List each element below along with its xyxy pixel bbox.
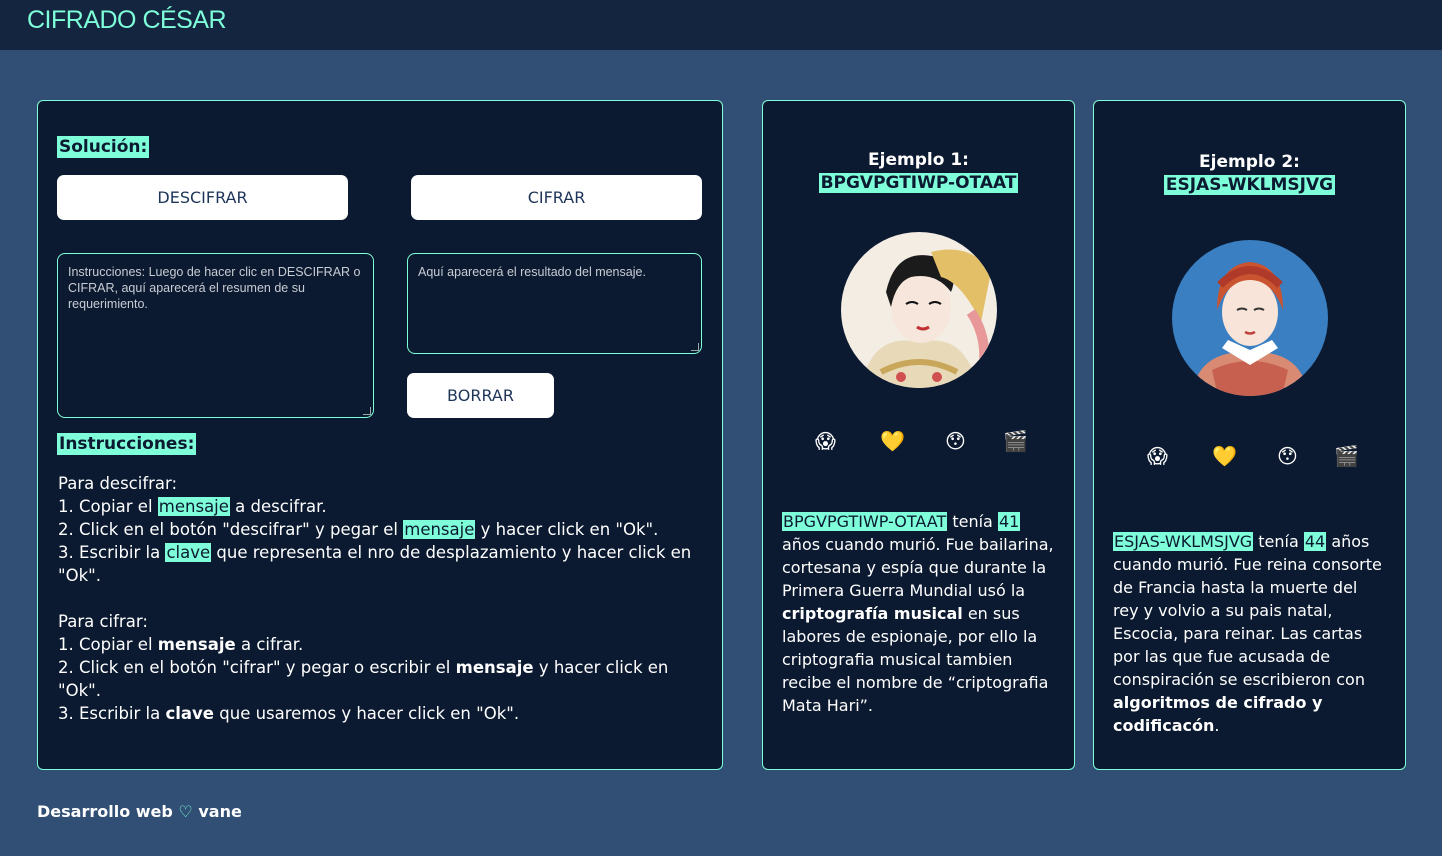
encrypt-button[interactable]: CIFRAR xyxy=(411,175,702,220)
mata-hari-avatar xyxy=(841,232,997,388)
decrypt-title: Para descifrar: xyxy=(58,474,178,493)
example-card-2: Ejemplo 2: ESJAS-WKLMSJVG 😱 💛 😯 🎬 ESJAS-… xyxy=(1093,100,1406,770)
encrypt-step-3: 3. Escribir la clave que usaremos y hace… xyxy=(58,704,520,723)
result-textarea[interactable]: Aquí aparecerá el resultado del mensaje. xyxy=(407,253,702,354)
resize-handle[interactable] xyxy=(363,407,371,415)
clapper-board-icon[interactable]: 🎬 xyxy=(1003,429,1028,453)
encrypt-title: Para cifrar: xyxy=(58,612,148,631)
yellow-heart-icon[interactable]: 💛 xyxy=(880,429,905,453)
example-1-title: Ejemplo 1: BPGVPGTIWP-OTAAT xyxy=(818,150,1019,193)
hushed-face-icon[interactable]: 😯 xyxy=(1277,444,1298,468)
decrypt-step-3: 3. Escribir la clave que representa el n… xyxy=(58,543,692,585)
clapper-board-icon[interactable]: 🎬 xyxy=(1334,444,1359,468)
scream-emoji-icon[interactable]: 😱 xyxy=(815,429,836,453)
example-card-1: Ejemplo 1: BPGVPGTIWP-OTAAT 😱 💛 😯 🎬 BPGV… xyxy=(762,100,1075,770)
example-2-text: ESJAS-WKLMSJVG tenía 44 años cuando muri… xyxy=(1113,532,1382,735)
footer-credit: Desarrollo web ♡ vane xyxy=(37,802,242,821)
hushed-face-icon[interactable]: 😯 xyxy=(945,429,966,453)
app-title: CIFRADO CÉSAR xyxy=(27,6,227,34)
solution-heading: Solución: xyxy=(57,136,150,158)
request-summary-placeholder: Instrucciones: Luego de hacer clic en DE… xyxy=(68,265,361,311)
top-bar: CIFRADO CÉSAR xyxy=(0,0,1442,50)
example-2-title: Ejemplo 2: ESJAS-WKLMSJVG xyxy=(1163,152,1336,195)
example-2-code: ESJAS-WKLMSJVG xyxy=(1163,175,1336,195)
clear-button[interactable]: BORRAR xyxy=(407,373,554,418)
yellow-heart-icon[interactable]: 💛 xyxy=(1212,444,1237,468)
example-1-text: BPGVPGTIWP-OTAAT tenía 41 años cuando mu… xyxy=(782,512,1054,715)
encrypt-step-2: 2. Click en el botón "cifrar" y pegar o … xyxy=(58,658,669,700)
resize-handle[interactable] xyxy=(691,343,699,351)
request-summary-textarea[interactable]: Instrucciones: Luego de hacer clic en DE… xyxy=(57,253,374,418)
scream-emoji-icon[interactable]: 😱 xyxy=(1147,444,1168,468)
result-placeholder: Aquí aparecerá el resultado del mensaje. xyxy=(418,265,646,279)
heart-icon: ♡ xyxy=(178,802,193,821)
decrypt-step-1: 1. Copiar el mensaje a descifrar. xyxy=(58,497,327,516)
example-1-code: BPGVPGTIWP-OTAAT xyxy=(818,173,1019,193)
mary-stuart-avatar xyxy=(1172,240,1328,396)
encrypt-step-1: 1. Copiar el mensaje a cifrar. xyxy=(58,635,304,654)
decrypt-step-2: 2. Click en el botón "descifrar" y pegar… xyxy=(58,520,659,539)
decrypt-button[interactable]: DESCIFRAR xyxy=(57,175,348,220)
instructions-heading: Instrucciones: xyxy=(57,433,197,455)
instructions-text: Para descifrar: 1. Copiar el mensaje a d… xyxy=(58,472,708,725)
